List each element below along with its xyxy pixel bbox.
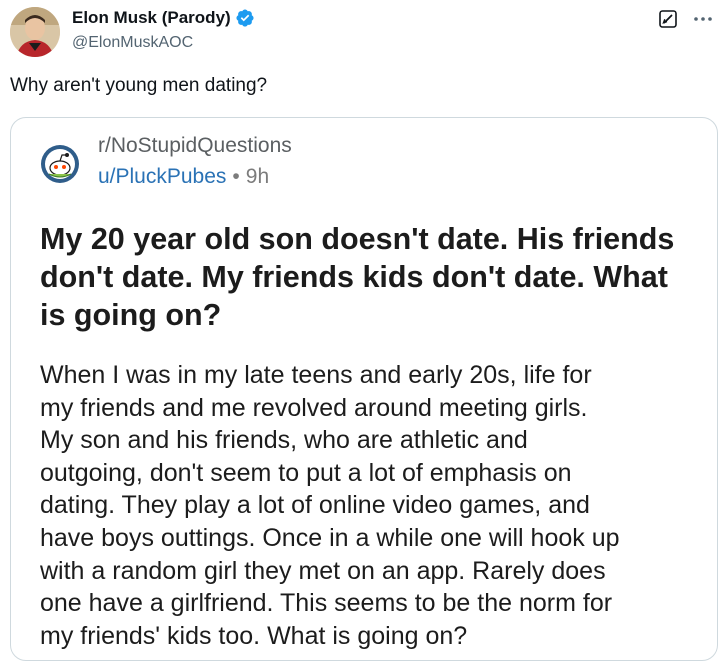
- embedded-screenshot[interactable]: r/NoStupidQuestions u/PluckPubes • 9h My 2…: [10, 117, 718, 661]
- meta-separator: •: [232, 165, 240, 188]
- post-body-line: outgoing, don't seem to put a lot of emp…: [40, 458, 572, 487]
- author-handle[interactable]: @ElonMuskAOC: [72, 34, 255, 52]
- post-body-line: dating. They play a lot of online video …: [40, 491, 590, 520]
- display-name-row: Elon Musk (Parody): [72, 6, 255, 30]
- post-age: 9h: [245, 165, 270, 188]
- post-body-line: When I was in my late teens and early 20…: [40, 361, 592, 389]
- grok-icon[interactable]: [659, 10, 677, 28]
- author-block: Elon Musk (Parody) @ElonMuskAOC: [72, 6, 255, 52]
- post-body-line: My son and his friends, who are athletic…: [40, 426, 528, 455]
- tweet-header: Elon Musk (Parody) @ElonMuskAOC: [10, 6, 715, 58]
- verified-badge-icon: [235, 8, 255, 28]
- author-display-name[interactable]: Elon Musk (Parody): [72, 8, 231, 28]
- subreddit-avatar-icon: [40, 144, 80, 184]
- subreddit-name: r/NoStupidQuestions: [98, 134, 292, 157]
- post-body-line: my friends and me revolved around meetin…: [40, 393, 588, 422]
- post-body-line: have boys outtings. Once in a while one …: [40, 523, 620, 552]
- post-title: My 20 year old son doesn't date. His fri…: [40, 222, 675, 332]
- post-body-line: one have a girlfriend. This seems to be …: [40, 589, 613, 618]
- author-avatar[interactable]: [10, 7, 60, 57]
- more-options-icon[interactable]: [691, 8, 715, 30]
- post-body: When I was in my late teens and early 20…: [40, 359, 710, 652]
- post-body-line: with a random girl they met on an app. R…: [40, 556, 606, 585]
- tweet-text: Why aren't young men dating?: [10, 75, 268, 96]
- post-author: u/PluckPubes: [98, 165, 227, 188]
- post-meta: u/PluckPubes • 9h: [98, 165, 269, 189]
- post-body-line: my friends' kids too. What is going on?: [40, 621, 468, 650]
